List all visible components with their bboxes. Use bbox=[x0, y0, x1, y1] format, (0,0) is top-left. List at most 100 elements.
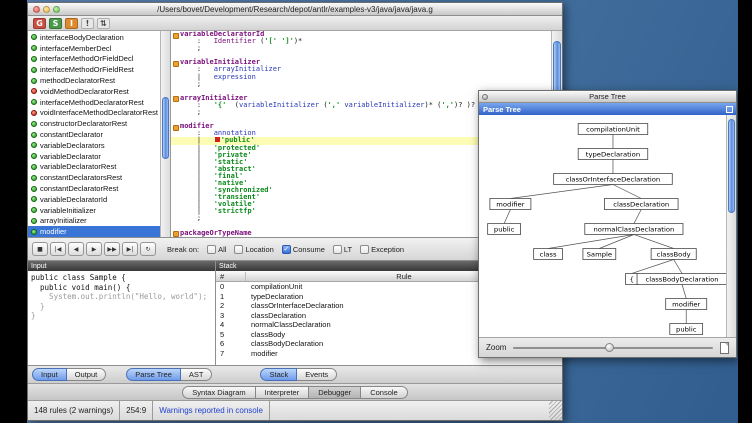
interpreter-icon[interactable]: I bbox=[65, 18, 78, 29]
tree-node-typeDeclaration[interactable]: typeDeclaration bbox=[578, 149, 648, 160]
gutter bbox=[171, 208, 180, 215]
rule-item[interactable]: variableDeclarators bbox=[28, 140, 160, 151]
rule-label: constantDeclarator bbox=[40, 130, 103, 139]
tree-node-modifier[interactable]: modifier bbox=[490, 199, 531, 210]
minimize-button[interactable] bbox=[43, 6, 50, 13]
palette-close-button[interactable] bbox=[482, 94, 488, 100]
view-tab-input[interactable]: Input bbox=[32, 368, 67, 381]
zoom-bar: Zoom bbox=[479, 337, 736, 357]
fast-forward-button[interactable]: ▶▶ bbox=[104, 242, 120, 256]
tree-node-Sample[interactable]: Sample bbox=[583, 249, 616, 260]
rule-label: interfaceMethodOrFieldDecl bbox=[40, 54, 133, 63]
syntax-diagram-icon[interactable]: S bbox=[49, 18, 62, 29]
zoom-button[interactable] bbox=[53, 6, 60, 13]
play-button[interactable]: ▶ bbox=[86, 242, 102, 256]
resize-grip[interactable] bbox=[549, 401, 562, 420]
input-code[interactable]: public class Sample { public void main()… bbox=[28, 271, 215, 365]
svg-text:public: public bbox=[676, 326, 697, 334]
editor-line: | expression bbox=[171, 74, 551, 81]
detach-icon[interactable] bbox=[726, 106, 733, 113]
rule-item[interactable]: constantDeclaratorRest bbox=[28, 183, 160, 194]
rule-ok-icon bbox=[31, 56, 37, 62]
parse-tree-panel-header[interactable]: Parse Tree bbox=[479, 103, 736, 115]
rule-item[interactable]: interfaceMethodOrFieldDecl bbox=[28, 54, 160, 65]
gutter bbox=[171, 187, 180, 194]
rule-item[interactable]: interfaceMethodDeclaratorRest bbox=[28, 97, 160, 108]
checkbox-icon bbox=[333, 245, 342, 254]
stop-button[interactable]: ■ bbox=[32, 242, 48, 256]
rule-ok-icon bbox=[31, 207, 37, 213]
parse-tree-titlebar[interactable]: Parse Tree bbox=[479, 91, 736, 103]
parse-tree-canvas[interactable]: compilationUnit typeDeclaration classOrInt… bbox=[479, 115, 736, 337]
tree-node-normalClassDeclaration[interactable]: normalClassDeclaration bbox=[585, 224, 683, 235]
breakon-checkbox-location[interactable]: Location bbox=[234, 245, 273, 254]
view-tab-parse-tree[interactable]: Parse Tree bbox=[126, 368, 181, 381]
breakon-checkbox-all[interactable]: All bbox=[207, 245, 226, 254]
rule-item[interactable]: methodDeclaratorRest bbox=[28, 75, 160, 86]
tab-debugger[interactable]: Debugger bbox=[309, 386, 361, 399]
rule-item[interactable]: variableDeclarator bbox=[28, 151, 160, 162]
rules-scrollbar[interactable] bbox=[160, 31, 170, 237]
stack-row-index: 0 bbox=[216, 282, 246, 292]
tree-node-classBodyDeclaration[interactable]: classBodyDeclaration bbox=[637, 274, 726, 285]
view-tab-output[interactable]: Output bbox=[67, 368, 107, 381]
tree-node-classOrInterfaceDeclaration[interactable]: classOrInterfaceDeclaration bbox=[554, 174, 673, 185]
rule-item[interactable]: modifier bbox=[28, 226, 160, 237]
view-tab-ast[interactable]: AST bbox=[181, 368, 213, 381]
rule-item[interactable]: interfaceMemberDecl bbox=[28, 43, 160, 54]
zoom-slider[interactable] bbox=[513, 347, 713, 349]
rule-item[interactable]: constructorDeclaratorRest bbox=[28, 118, 160, 129]
loop-button[interactable]: ↻ bbox=[140, 242, 156, 256]
main-titlebar[interactable]: /Users/bovet/Development/Research/depot/… bbox=[28, 3, 562, 16]
tab-console[interactable]: Console bbox=[361, 386, 408, 399]
parse-tree-scrollbar[interactable] bbox=[726, 115, 736, 337]
tree-node-public[interactable]: public bbox=[670, 324, 703, 335]
tab-interpreter[interactable]: Interpreter bbox=[256, 386, 310, 399]
debug-icon[interactable]: ! bbox=[81, 18, 94, 29]
checkbox-label: Location bbox=[245, 245, 273, 254]
rule-item[interactable]: voidInterfaceMethodDeclaratorRest bbox=[28, 108, 160, 119]
tree-node-classBody[interactable]: classBody bbox=[651, 249, 696, 260]
export-page-icon[interactable] bbox=[720, 342, 729, 354]
rules-scrollbar-thumb[interactable] bbox=[162, 97, 169, 159]
tab-syntax-diagram[interactable]: Syntax Diagram bbox=[182, 386, 255, 399]
tree-node-modifier[interactable]: modifier bbox=[666, 299, 707, 310]
close-button[interactable] bbox=[33, 6, 40, 13]
rule-item[interactable]: constantDeclarator bbox=[28, 129, 160, 140]
tab-group: StackEvents bbox=[260, 368, 337, 381]
rule-item[interactable]: interfaceBodyDeclaration bbox=[28, 32, 160, 43]
sort-rules-icon[interactable]: ⇅ bbox=[97, 18, 110, 29]
rules-count: 148 rules (2 warnings) bbox=[28, 401, 120, 420]
tree-node-classDeclaration[interactable]: classDeclaration bbox=[604, 199, 678, 210]
gutter bbox=[171, 145, 180, 152]
step-back-button[interactable]: ◀ bbox=[68, 242, 84, 256]
breakon-checkbox-lt[interactable]: LT bbox=[333, 245, 352, 254]
rule-item[interactable]: arrayInitializer bbox=[28, 216, 160, 227]
rule-item[interactable]: constantDeclaratorsRest bbox=[28, 172, 160, 183]
tree-node-compilationUnit[interactable]: compilationUnit bbox=[578, 124, 648, 135]
rule-ok-icon bbox=[31, 121, 37, 127]
status-bar: 148 rules (2 warnings) 254:9 Warnings re… bbox=[28, 401, 562, 420]
go-to-start-button[interactable]: |◀ bbox=[50, 242, 66, 256]
tree-node-class[interactable]: class bbox=[534, 249, 563, 260]
svg-text:class: class bbox=[540, 251, 557, 259]
rule-label: variableDeclaratorId bbox=[40, 195, 107, 204]
rule-item[interactable]: variableDeclaratorRest bbox=[28, 162, 160, 173]
zoom-slider-knob[interactable] bbox=[605, 343, 614, 352]
rule-item[interactable]: interfaceMethodOrFieldRest bbox=[28, 64, 160, 75]
go-to-end-button[interactable]: ▶| bbox=[122, 242, 138, 256]
parse-tree-scrollbar-thumb[interactable] bbox=[728, 119, 735, 212]
rule-ok-icon bbox=[31, 45, 37, 51]
tree-node-brace[interactable]: { bbox=[626, 274, 638, 285]
rule-item[interactable]: voidMethodDeclaratorRest bbox=[28, 86, 160, 97]
rule-item[interactable]: variableDeclaratorId bbox=[28, 194, 160, 205]
breakon-checkbox-consume[interactable]: ✓Consume bbox=[282, 245, 325, 254]
rule-item[interactable]: variableInitializer bbox=[28, 205, 160, 216]
breakon-checkbox-exception[interactable]: Exception bbox=[360, 245, 404, 254]
check-grammar-icon[interactable]: G bbox=[33, 18, 46, 29]
view-tab-events[interactable]: Events bbox=[297, 368, 337, 381]
caret-position: 254:9 bbox=[120, 401, 153, 420]
tree-node-public[interactable]: public bbox=[488, 224, 521, 235]
rule-marker-icon bbox=[171, 59, 180, 66]
view-tab-stack[interactable]: Stack bbox=[260, 368, 297, 381]
